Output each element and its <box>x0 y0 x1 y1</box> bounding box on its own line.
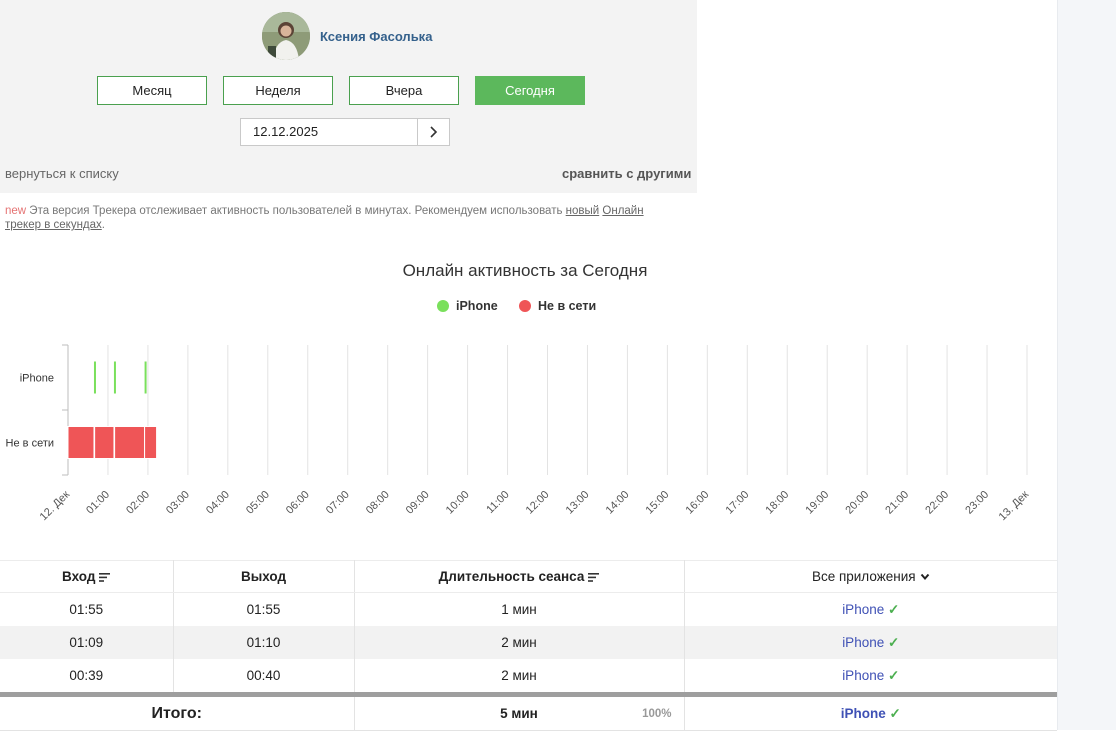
table-row: 01:55 01:55 1 мин iPhone ✓ <box>0 592 1057 626</box>
offline-interval-bar <box>144 426 158 459</box>
legend-item-offline[interactable]: Не в сети <box>519 299 596 313</box>
online-interval-bar <box>113 361 116 394</box>
table-row: 01:09 01:10 2 мин iPhone ✓ <box>0 626 1057 659</box>
y-category-label: Не в сети <box>6 438 54 450</box>
x-tick-label: 08:00 <box>364 489 392 517</box>
period-week-button[interactable]: Неделя <box>223 76 333 105</box>
x-tick-label: 07:00 <box>324 489 352 517</box>
new-tracker-link[interactable]: новый <box>566 205 600 217</box>
x-tick-label: 01:00 <box>84 489 112 517</box>
chevron-down-icon <box>920 574 929 581</box>
sort-icon <box>99 572 111 582</box>
online-interval-bar <box>144 361 147 394</box>
offline-interval-bar <box>67 426 95 459</box>
check-icon: ✓ <box>888 601 900 617</box>
total-percent: 100% <box>642 708 672 720</box>
x-tick-label: 04:00 <box>204 489 232 517</box>
x-tick-label: 06:00 <box>284 489 312 517</box>
online-interval-bar <box>93 361 96 394</box>
timeline-chart: 12. Дек 01:00 02:00 03:00 04:00 05:00 06:00 07:… <box>6 344 1032 524</box>
table-row: 00:39 00:40 2 мин iPhone ✓ <box>0 659 1057 695</box>
y-category-label: iPhone <box>20 373 54 385</box>
x-tick-label: 10:00 <box>444 489 472 517</box>
header-duration[interactable]: Длительность сеанса <box>354 560 685 593</box>
new-badge: new <box>5 205 27 217</box>
x-tick-label: 09:00 <box>404 489 432 517</box>
check-icon: ✓ <box>888 667 900 683</box>
header-start[interactable]: Вход <box>0 560 174 593</box>
check-icon: ✓ <box>888 634 900 650</box>
total-label: Итого: <box>151 704 202 722</box>
x-tick-label: 11:00 <box>484 489 511 516</box>
notice-text: Эта версия Трекера отслеживает активност… <box>26 205 566 217</box>
x-tick-label: 13:00 <box>564 489 592 517</box>
total-row: Итого: 5 мин 100% iPhone ✓ <box>0 692 1057 731</box>
app-link[interactable]: iPhone <box>842 602 884 617</box>
period-today-button[interactable]: Сегодня <box>475 76 585 105</box>
x-tick-label: 02:00 <box>124 489 152 517</box>
x-tick-label: 12:00 <box>524 489 552 517</box>
period-month-button[interactable]: Месяц <box>97 76 207 105</box>
x-tick-label: 16:00 <box>684 489 712 517</box>
sort-icon <box>588 572 600 582</box>
check-icon: ✓ <box>889 705 901 721</box>
x-tick-label: 03:00 <box>164 489 192 517</box>
app-link[interactable]: iPhone <box>842 635 884 650</box>
legend-dot-icon <box>437 300 449 312</box>
x-tick-label: 18:00 <box>763 489 791 517</box>
legend-item-online[interactable]: iPhone <box>437 299 498 313</box>
right-gutter <box>1057 0 1116 730</box>
x-tick-label: 21:00 <box>883 489 911 517</box>
x-tick-label: 19:00 <box>803 489 831 517</box>
x-tick-label: 20:00 <box>843 489 871 517</box>
compare-with-others-link[interactable]: сравнить с другими <box>562 166 691 181</box>
version-notice: new Эта версия Трекера отслеживает актив… <box>5 205 644 231</box>
x-tick-label: 22:00 <box>923 489 951 517</box>
x-tick-label: 13. Дек <box>997 489 1032 524</box>
total-duration: 5 мин <box>500 706 538 721</box>
header-end: Выход <box>173 560 355 593</box>
back-to-list-link[interactable]: вернуться к списку <box>5 166 119 181</box>
chevron-right-icon <box>430 126 438 138</box>
avatar[interactable] <box>262 12 310 60</box>
x-tick-label: 23:00 <box>963 489 991 517</box>
offline-interval-bar <box>94 426 115 459</box>
x-tick-label: 17:00 <box>723 489 751 517</box>
offline-interval-bar <box>114 426 146 459</box>
app-link[interactable]: iPhone <box>841 706 886 721</box>
x-tick-label: 14:00 <box>604 489 632 517</box>
legend-dot-icon <box>519 300 531 312</box>
sessions-table: Вход Выход Длительность сеанса Все прило… <box>0 560 1057 731</box>
top-panel: Ксения Фасолька Месяц Неделя Вчера Сегод… <box>0 0 697 193</box>
x-tick-label: 05:00 <box>244 489 272 517</box>
x-tick-label: 12. Дек <box>38 489 73 524</box>
next-date-button[interactable] <box>417 118 450 146</box>
user-name[interactable]: Ксения Фасолька <box>320 29 432 44</box>
chart-title: Онлайн активность за Сегодня <box>402 261 648 280</box>
date-input[interactable]: 12.12.2025 <box>240 118 418 146</box>
apps-filter-dropdown[interactable]: Все приложения <box>684 560 1057 593</box>
period-yesterday-button[interactable]: Вчера <box>349 76 459 105</box>
app-link[interactable]: iPhone <box>842 668 884 683</box>
x-tick-label: 15:00 <box>644 489 672 517</box>
